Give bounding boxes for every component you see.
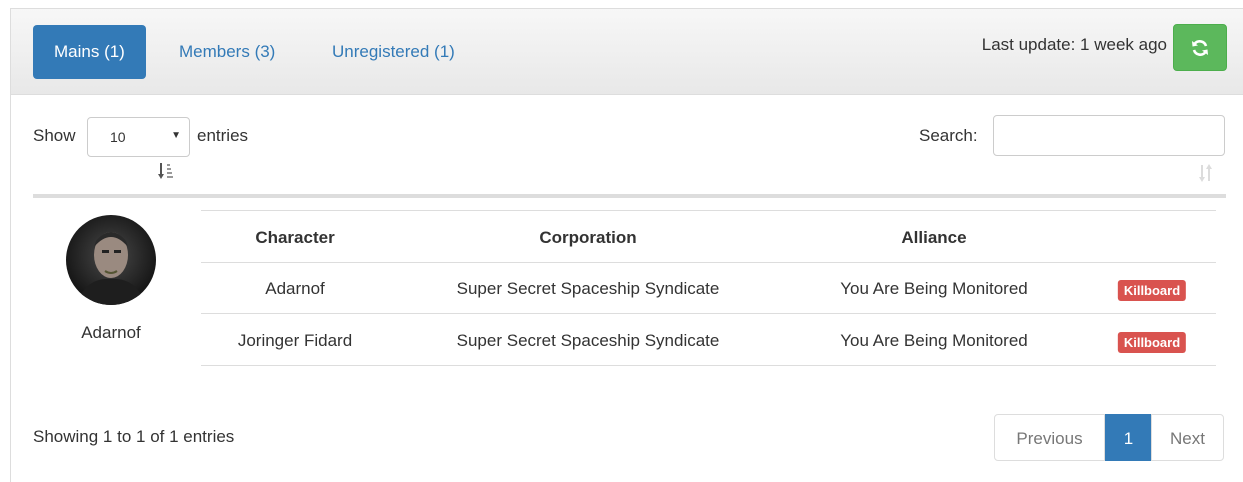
caret-down-icon: ▼ [171,130,181,141]
row-border [201,365,1216,366]
header-border [201,262,1216,263]
header-corporation[interactable]: Corporation [539,228,636,248]
killboard-link[interactable]: Killboard [1117,280,1187,301]
table-divider [33,194,1226,198]
pagination: Previous 1 Next [994,414,1224,461]
entries-label: entries [197,126,249,145]
mains-panel: Mains (1) Members (3) Unregistered (1) L… [10,8,1243,482]
row-corporation: Super Secret Spaceship Syndicate [456,331,720,350]
killboard-link[interactable]: Killboard [1117,332,1187,353]
character-portrait [66,215,156,305]
header-character[interactable]: Character [255,228,334,248]
show-label: Show [33,126,76,145]
refresh-icon [1192,39,1208,56]
row-character: Adarnof [265,279,325,298]
tab-mains[interactable]: Mains (1) [33,25,146,79]
refresh-button[interactable] [1173,24,1227,71]
length-value: 10 [110,129,126,145]
search-input[interactable] [993,115,1225,156]
table-top-border [201,210,1216,211]
row-character: Joringer Fidard [237,331,353,350]
row-border [201,313,1216,314]
search-label: Search: [919,126,978,145]
main-character-name: Adarnof [81,323,141,342]
tab-members[interactable]: Members (3) [158,25,296,79]
previous-page-button[interactable]: Previous [994,414,1105,461]
page-1-button[interactable]: 1 [1105,414,1152,461]
sort-ascending-icon[interactable] [158,162,174,180]
tab-unregistered[interactable]: Unregistered (1) [311,25,476,79]
header-alliance[interactable]: Alliance [901,228,966,248]
row-alliance: You Are Being Monitored [840,331,1028,350]
row-corporation: Super Secret Spaceship Syndicate [456,279,720,298]
entries-length-select[interactable]: 10 ▼ [87,117,190,157]
next-page-button[interactable]: Next [1151,414,1224,461]
last-update-text: Last update: 1 week ago [981,35,1167,54]
table-info: Showing 1 to 1 of 1 entries [33,427,235,446]
sort-both-icon[interactable] [1198,163,1214,183]
row-alliance: You Are Being Monitored [840,279,1028,298]
panel-heading: Mains (1) Members (3) Unregistered (1) L… [11,9,1243,95]
